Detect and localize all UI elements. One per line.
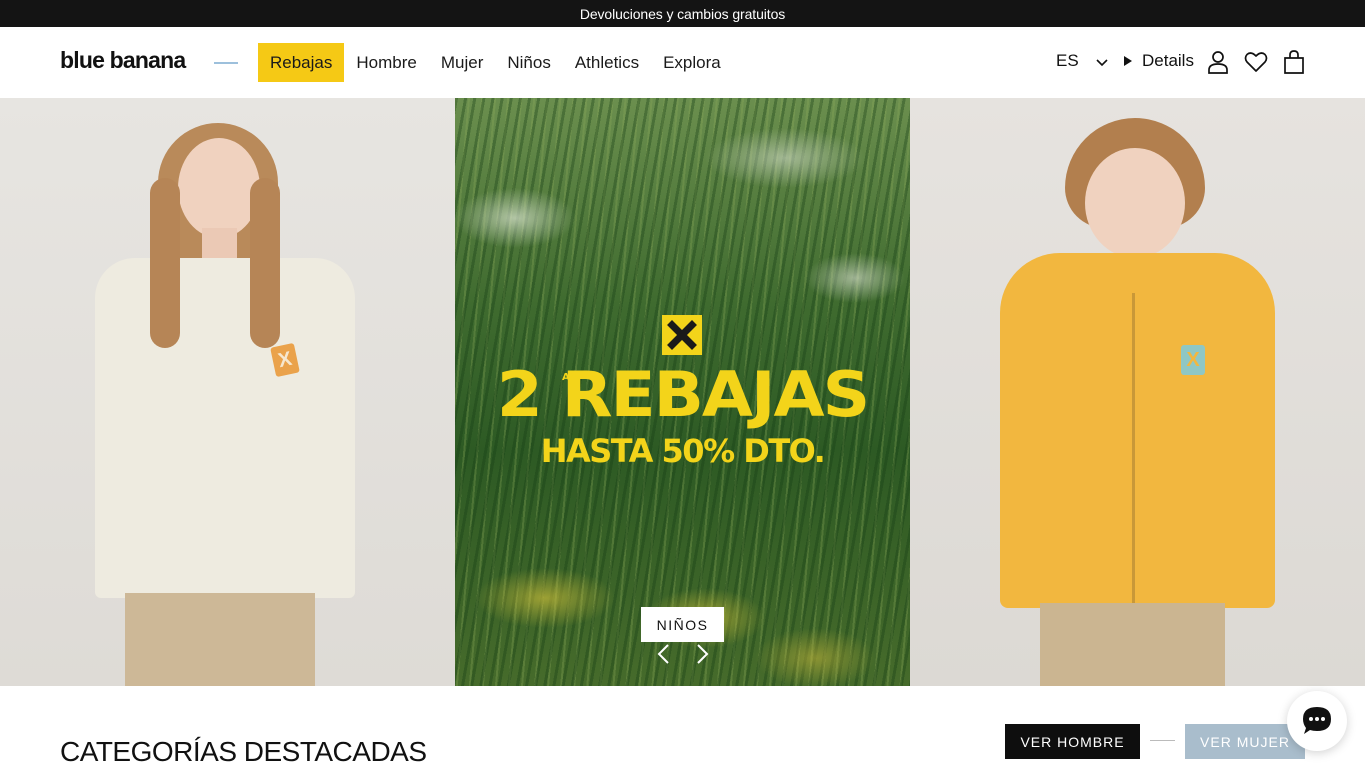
promo-superscript: AS xyxy=(562,372,577,383)
announcement-bar: Devoluciones y cambios gratuitos xyxy=(0,0,1365,27)
logo-patch: X xyxy=(1181,345,1205,375)
promo-title-text: 2 REBAJAS xyxy=(496,357,870,432)
nav-item-rebajas[interactable]: Rebajas xyxy=(258,43,345,82)
face xyxy=(178,138,260,238)
ninos-cta-button[interactable]: NIÑOS xyxy=(641,607,724,642)
promo-title: 2 REBAJAS xyxy=(455,357,910,433)
chevron-left-icon[interactable] xyxy=(653,643,675,665)
main-nav: Rebajas Hombre Mujer Niños Athletics Exp… xyxy=(258,43,733,82)
logo-divider xyxy=(214,62,238,64)
sweatshirt xyxy=(95,258,355,598)
details-toggle[interactable]: Details xyxy=(1124,51,1194,71)
logo[interactable]: blue banana xyxy=(60,47,186,74)
nav-item-explora[interactable]: Explora xyxy=(651,43,733,82)
nav-item-hombre[interactable]: Hombre xyxy=(344,43,428,82)
chat-button[interactable] xyxy=(1287,691,1347,751)
language-label: ES xyxy=(1056,51,1079,70)
site-header: blue banana Rebajas Hombre Mujer Niños A… xyxy=(0,27,1365,98)
zipper xyxy=(1132,293,1135,608)
details-label: Details xyxy=(1142,51,1194,70)
promo-subtitle: HASTA 50% DTO. xyxy=(540,432,826,470)
nav-item-athletics[interactable]: Athletics xyxy=(563,43,651,82)
user-icon[interactable] xyxy=(1205,49,1231,75)
bag-icon[interactable] xyxy=(1281,49,1307,75)
heart-icon[interactable] xyxy=(1243,49,1269,75)
play-triangle-icon xyxy=(1124,56,1132,66)
pants xyxy=(125,593,315,686)
nav-item-ninos[interactable]: Niños xyxy=(495,43,562,82)
ver-mujer-button[interactable]: VER MUJER xyxy=(1185,724,1305,759)
pants xyxy=(1040,603,1225,686)
hoodie xyxy=(1000,253,1275,608)
chevron-down-icon[interactable] xyxy=(1094,54,1110,70)
ver-hombre-button[interactable]: VER HOMBRE xyxy=(1005,724,1140,759)
button-divider xyxy=(1150,740,1175,741)
hero-image-boy[interactable]: X xyxy=(910,98,1365,686)
chevron-right-icon[interactable] xyxy=(691,643,713,665)
hero-image-girl[interactable]: X xyxy=(0,98,455,686)
announcement-text: Devoluciones y cambios gratuitos xyxy=(579,5,786,22)
language-selector[interactable]: ES xyxy=(1056,51,1079,71)
section-title: CATEGORÍAS DESTACADAS xyxy=(60,736,427,767)
brand-x-logo xyxy=(662,315,702,355)
nav-item-mujer[interactable]: Mujer xyxy=(429,43,496,82)
chat-bubble-icon xyxy=(1303,707,1331,734)
face xyxy=(1085,148,1185,258)
